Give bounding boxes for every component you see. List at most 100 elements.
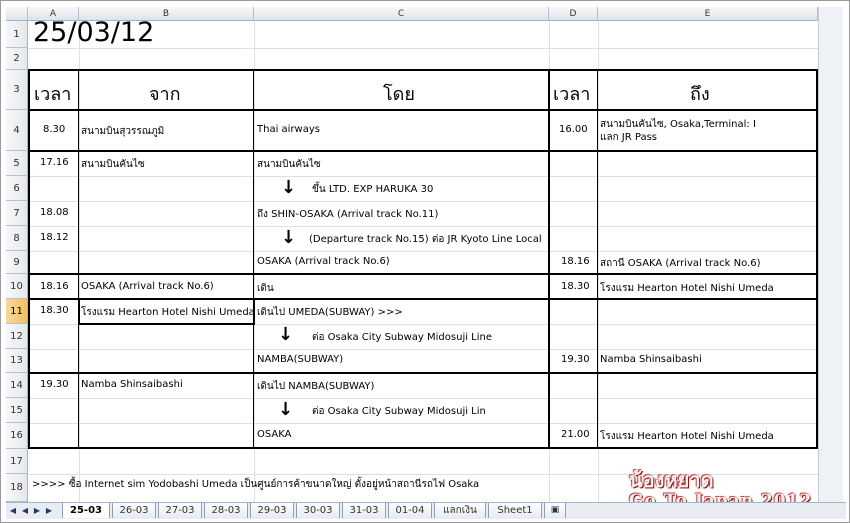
cell-c9[interactable]: OSAKA (Arrival track No.6) (257, 256, 390, 267)
cell-a14[interactable]: 19.30 (40, 379, 69, 390)
row-header-14[interactable]: 14 (6, 373, 28, 398)
cell-a5[interactable]: 17.16 (40, 157, 69, 168)
row-header-10[interactable]: 10 (6, 274, 28, 299)
cell-a11[interactable]: 18.30 (40, 305, 69, 316)
table-border (597, 69, 598, 449)
row-header-11[interactable]: 11 (6, 299, 28, 324)
gridline (28, 201, 818, 202)
cell-b11[interactable]: โรงแรม Hearton Hotel Nishi Umeda (81, 305, 255, 320)
table-border (28, 447, 818, 449)
arrow-down-icon: ↓ (281, 227, 297, 248)
gridline (254, 21, 255, 502)
cell-c15[interactable]: ต่อ Osaka City Subway Midosuji Lin (312, 404, 486, 419)
cell-b5[interactable]: สนามบินคันไซ (81, 157, 145, 172)
column-header-c[interactable]: C (254, 7, 549, 21)
column-header-d[interactable]: D (549, 7, 598, 21)
gridline (28, 48, 818, 49)
cell-e13[interactable]: Namba Shinsaibashi (600, 354, 702, 365)
gridline (28, 251, 818, 252)
date-cell-a1[interactable]: 25/03/12 (33, 17, 154, 48)
cell-a4[interactable]: 8.30 (43, 124, 65, 135)
cell-c8[interactable]: (Departure track No.15) ต่อ JR Kyoto Lin… (309, 232, 542, 247)
cell-d13[interactable]: 19.30 (561, 354, 590, 365)
row-header-17[interactable]: 17 (6, 449, 28, 474)
cell-a8[interactable]: 18.12 (40, 232, 69, 243)
arrow-down-icon: ↓ (281, 177, 297, 198)
cell-c14[interactable]: เดินไป NAMBA(SUBWAY) (257, 379, 374, 394)
cell-a10[interactable]: 18.16 (40, 281, 69, 292)
cell-b4[interactable]: สนามบินสุวรรณภูมิ (81, 124, 164, 139)
row-header-7[interactable]: 7 (6, 201, 28, 226)
cell-c4[interactable]: Thai airways (257, 124, 320, 135)
row-header-6[interactable]: 6 (6, 176, 28, 201)
header-to[interactable]: ถึง (690, 79, 710, 108)
cell-e9[interactable]: สถานี OSAKA (Arrival track No.6) (600, 256, 761, 271)
cell-a7[interactable]: 18.08 (40, 207, 69, 218)
header-time-departure[interactable]: เวลา (34, 79, 71, 108)
cell-c16[interactable]: OSAKA (257, 429, 291, 440)
row-header-5[interactable]: 5 (6, 151, 28, 176)
table-border (253, 69, 254, 449)
tab-29-03[interactable]: 29-03 (250, 503, 294, 518)
tab-25-03[interactable]: 25-03 (62, 503, 110, 518)
row-header-2[interactable]: 2 (6, 48, 28, 70)
cell-e16[interactable]: โรงแรม Hearton Hotel Nishi Umeda (600, 429, 774, 444)
gridline (598, 21, 599, 502)
tab-28-03[interactable]: 28-03 (204, 503, 248, 518)
row-header-16[interactable]: 16 (6, 423, 28, 449)
header-from[interactable]: จาก (149, 79, 181, 108)
table-border (28, 69, 818, 71)
gridline (28, 398, 818, 399)
first-sheet-button[interactable]: ◀ (8, 505, 18, 517)
tab-exchange[interactable]: แลกเงิน (434, 503, 486, 518)
cell-c5[interactable]: สนามบินคันไซ (257, 157, 321, 172)
gridline (28, 423, 818, 424)
column-header-e[interactable]: E (598, 7, 818, 21)
cell-c11[interactable]: เดินไป UMEDA(SUBWAY) >>> (257, 305, 403, 320)
cell-c13[interactable]: NAMBA(SUBWAY) (257, 354, 343, 365)
cell-d4[interactable]: 16.00 (559, 124, 588, 135)
row-header-13[interactable]: 13 (6, 349, 28, 373)
cell-d10[interactable]: 18.30 (561, 281, 590, 292)
row-header-8[interactable]: 8 (6, 226, 28, 251)
row-header-1[interactable]: 1 (6, 21, 28, 48)
header-by[interactable]: โดย (383, 79, 415, 108)
row-header-4[interactable]: 4 (6, 110, 28, 151)
cell-b14[interactable]: Namba Shinsaibashi (81, 379, 183, 390)
cell-c6[interactable]: ขึ้น LTD. EXP HARUKA 30 (312, 182, 433, 197)
tab-sheet1[interactable]: Sheet1 (488, 503, 542, 518)
header-time-arrival[interactable]: เวลา (553, 79, 590, 108)
spreadsheet-window: A B C D E 1 2 3 4 5 6 7 8 9 10 11 12 13 … (0, 0, 850, 523)
tab-31-03[interactable]: 31-03 (342, 503, 386, 518)
tab-27-03[interactable]: 27-03 (158, 503, 202, 518)
row-header-12[interactable]: 12 (6, 324, 28, 349)
arrow-down-icon: ↓ (278, 399, 294, 420)
cell-d16[interactable]: 21.00 (561, 429, 590, 440)
tab-30-03[interactable]: 30-03 (296, 503, 340, 518)
cell-c7[interactable]: ถึง SHIN-OSAKA (Arrival track No.11) (257, 207, 438, 222)
sheet-tab-bar: ◀ ◀ ▶ ▶ 25-03 26-03 27-03 28-03 29-03 30… (6, 502, 846, 519)
insert-sheet-icon[interactable]: ▣ (544, 503, 566, 518)
cell-e10[interactable]: โรงแรม Hearton Hotel Nishi Umeda (600, 281, 774, 296)
row-header-15[interactable]: 15 (6, 398, 28, 423)
table-border (28, 273, 818, 275)
vertical-scrollbar[interactable] (818, 7, 843, 502)
row-header-9[interactable]: 9 (6, 251, 28, 274)
last-sheet-button[interactable]: ▶ (44, 505, 54, 517)
select-all-corner[interactable] (6, 7, 28, 21)
cell-e4-line2[interactable]: แลก JR Pass (600, 130, 657, 145)
cell-b10[interactable]: OSAKA (Arrival track No.6) (81, 281, 214, 292)
row-header-18[interactable]: 18 (6, 474, 28, 502)
cell-d9[interactable]: 18.16 (561, 256, 590, 267)
gridline (79, 21, 80, 502)
tab-26-03[interactable]: 26-03 (112, 503, 156, 518)
tab-01-04[interactable]: 01-04 (388, 503, 432, 518)
next-sheet-button[interactable]: ▶ (32, 505, 42, 517)
cell-a18-note[interactable]: >>>> ซื้อ Internet sim Yodobashi Umeda เ… (32, 477, 479, 492)
prev-sheet-button[interactable]: ◀ (20, 505, 30, 517)
table-border (28, 69, 30, 449)
row-header-3[interactable]: 3 (6, 70, 28, 110)
cell-c12[interactable]: ต่อ Osaka City Subway Midosuji Line (312, 330, 492, 345)
cell-c10[interactable]: เดิน (257, 281, 274, 296)
gridline (28, 176, 818, 177)
